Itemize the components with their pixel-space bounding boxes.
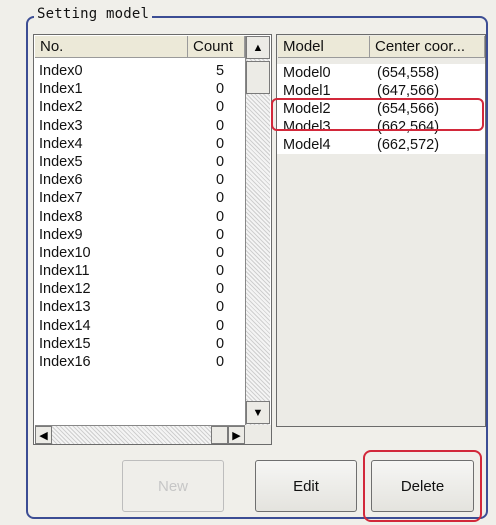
- list-item[interactable]: Index9 0: [34, 226, 244, 244]
- index-count: 0: [216, 226, 225, 243]
- model-row[interactable]: Model0 (654,558): [277, 64, 485, 82]
- index-count: 0: [216, 281, 225, 298]
- index-label: Index13: [39, 299, 91, 316]
- list-item[interactable]: Index16 0: [34, 353, 244, 371]
- scroll-thumb[interactable]: [246, 61, 270, 94]
- index-count: 0: [216, 135, 225, 152]
- list-item[interactable]: Index4 0: [34, 135, 244, 153]
- model-center: (654,558): [377, 65, 440, 81]
- column-header-no[interactable]: No.: [35, 36, 188, 58]
- model-center: (662,572): [377, 137, 440, 153]
- scroll-corner: [245, 425, 271, 444]
- index-count: 0: [216, 172, 225, 189]
- index-label: Index7: [39, 190, 83, 207]
- model-list[interactable]: Model Center coor... Model0 (654,558) Mode…: [276, 34, 486, 427]
- index-count: 0: [216, 153, 225, 170]
- group-title: Setting model: [34, 6, 153, 22]
- index-label: Index5: [39, 153, 83, 170]
- column-header-center[interactable]: Center coor...: [370, 36, 485, 58]
- arrow-down-icon: ▼: [252, 406, 264, 419]
- index-count: 0: [216, 354, 225, 370]
- new-button[interactable]: New: [122, 460, 224, 512]
- index-rows: Index0 5 Index1 0 Index2 0 Index3 0 Index4 0 Index…: [34, 62, 244, 371]
- list-item[interactable]: Index12 0: [34, 280, 244, 298]
- vertical-scrollbar[interactable]: ▲ ▼: [245, 36, 270, 425]
- list-item[interactable]: Index0 5: [34, 62, 244, 80]
- index-label: Index4: [39, 135, 83, 152]
- scroll-right-button[interactable]: ▶: [228, 426, 245, 444]
- list-item[interactable]: Index1 0: [34, 80, 244, 98]
- index-label: Index1: [39, 81, 83, 98]
- index-count: 0: [216, 81, 225, 98]
- index-count: 0: [216, 335, 225, 352]
- column-header-model[interactable]: Model: [278, 36, 370, 58]
- list-item[interactable]: Index7 0: [34, 189, 244, 207]
- list-item[interactable]: Index8 0: [34, 208, 244, 226]
- selected-model-highlight: [271, 98, 484, 131]
- index-count: 0: [216, 99, 225, 116]
- index-label: Index9: [39, 226, 83, 243]
- index-label: Index0: [39, 63, 83, 79]
- index-count: 0: [216, 117, 225, 134]
- horizontal-scrollbar[interactable]: ◀ ▶: [35, 425, 245, 444]
- scroll-left-button[interactable]: ◀: [35, 426, 52, 444]
- index-count: 0: [216, 208, 225, 225]
- index-label: Index16: [39, 354, 91, 370]
- index-list[interactable]: No. Count Index0 5 Index1 0 Index2 0 Index3 0 In…: [33, 34, 272, 445]
- index-label: Index11: [39, 263, 90, 280]
- scroll-up-button[interactable]: ▲: [246, 36, 270, 59]
- list-item[interactable]: Index5 0: [34, 153, 244, 171]
- model-name: Model4: [283, 137, 331, 153]
- list-item[interactable]: Index15 0: [34, 335, 244, 353]
- list-item[interactable]: Index10 0: [34, 244, 244, 262]
- edit-button[interactable]: Edit: [255, 460, 357, 512]
- list-item[interactable]: Index14 0: [34, 317, 244, 335]
- scroll-down-button[interactable]: ▼: [246, 401, 270, 424]
- column-header-count[interactable]: Count: [188, 36, 245, 58]
- index-count: 5: [216, 63, 225, 79]
- index-label: Index10: [39, 244, 91, 261]
- arrow-left-icon: ◀: [39, 429, 48, 442]
- scroll-thumb-horizontal[interactable]: [211, 426, 228, 444]
- delete-highlight: [363, 450, 482, 522]
- list-item[interactable]: Index2 0: [34, 98, 244, 116]
- arrow-up-icon: ▲: [252, 41, 264, 54]
- index-count: 0: [216, 244, 225, 261]
- index-label: Index3: [39, 117, 83, 134]
- index-label: Index12: [39, 281, 91, 298]
- model-row[interactable]: Model4 (662,572): [277, 136, 485, 154]
- index-count: 0: [216, 263, 225, 280]
- list-item[interactable]: Index6 0: [34, 171, 244, 189]
- index-count: 0: [216, 299, 225, 316]
- list-item[interactable]: Index13 0: [34, 298, 244, 316]
- index-label: Index6: [39, 172, 83, 189]
- list-item[interactable]: Index11 0: [34, 262, 244, 280]
- index-label: Index8: [39, 208, 83, 225]
- index-count: 0: [216, 317, 225, 334]
- index-label: Index2: [39, 99, 83, 116]
- list-item[interactable]: Index3 0: [34, 117, 244, 135]
- index-label: Index14: [39, 317, 91, 334]
- index-label: Index15: [39, 335, 91, 352]
- index-count: 0: [216, 190, 225, 207]
- model-name: Model0: [283, 65, 331, 81]
- arrow-right-icon: ▶: [232, 429, 241, 442]
